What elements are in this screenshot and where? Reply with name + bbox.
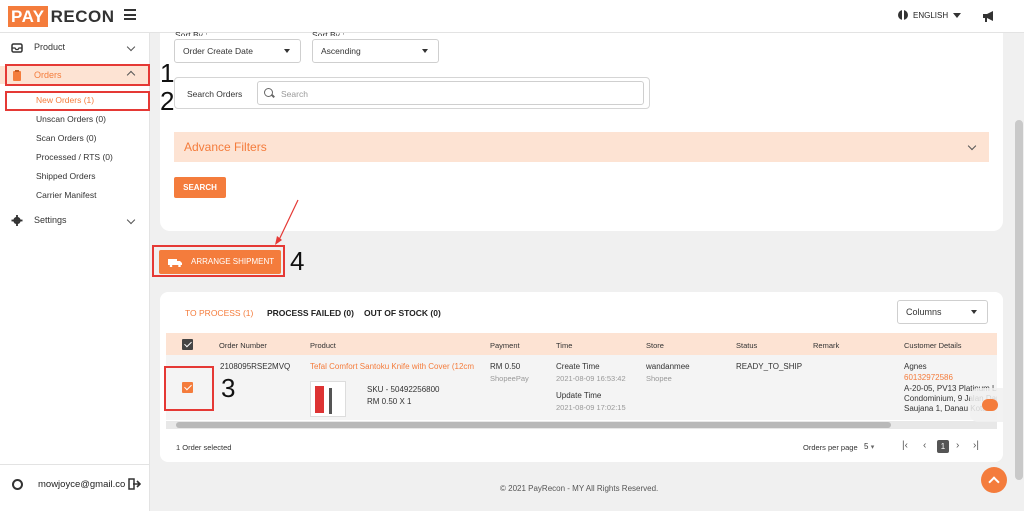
select-all-checkbox[interactable] [182,339,193,350]
globe-icon [898,10,908,20]
orders-per-page-select[interactable]: 5 ▾ [864,442,874,451]
store-platform: Shopee [646,374,672,383]
customer-name: Agnes [904,362,927,371]
update-time-label: Update Time [556,391,602,400]
annotation-number-3: 3 [221,373,236,403]
selected-count: 1 Order selected [176,443,232,452]
language-selector[interactable]: ENGLISH [898,10,962,20]
gear-icon [11,214,23,226]
megaphone-icon[interactable] [982,10,996,22]
create-time-label: Create Time [556,362,600,371]
sort-order-select[interactable]: Ascending [312,39,439,63]
column-header-product[interactable]: Product [310,341,336,350]
current-page-button[interactable]: 1 [937,440,949,453]
sort-by-label: Sort By : [175,30,208,36]
sidebar-subitem-processed-rts[interactable]: Processed / RTS (0) [0,152,150,164]
annotation-box-new-orders [5,91,150,111]
sidebar-subitem-unscan-orders[interactable]: Unscan Orders (0) [0,114,150,126]
tab-to-process[interactable]: TO PROCESS (1) [185,308,253,318]
product-price-qty: RM 0.50 X 1 [367,397,412,406]
orders-per-page-label: Orders per page [803,443,858,452]
user-panel: mowjoyce@gmail.co [0,464,150,511]
caret-down-icon [422,49,428,53]
logout-icon[interactable] [128,478,141,490]
menu-toggle-icon[interactable] [124,9,136,20]
sidebar-item-settings[interactable]: Settings [0,212,150,228]
sort-by-select[interactable]: Order Create Date [174,39,301,63]
annotation-arrow-icon [275,199,299,245]
chat-icon [982,399,998,411]
search-orders-label: Search Orders [187,89,243,99]
update-time-value: 2021-08-09 17:02:15 [556,403,626,412]
advance-filters-toggle[interactable] [174,132,989,162]
product-thumbnail [310,381,346,417]
columns-select[interactable]: Columns [897,300,988,324]
user-icon [12,479,23,490]
row-checkbox[interactable] [182,382,193,393]
sidebar-subitem-carrier-manifest[interactable]: Carrier Manifest [0,190,150,202]
advance-filters-label: Advance Filters [184,140,267,154]
user-email: mowjoyce@gmail.co [38,479,126,490]
sidebar-item-label: Product [34,42,66,52]
logo-recon-text: RECON [50,6,115,26]
inbox-icon [11,42,23,53]
sidebar-item-product[interactable]: Product [0,39,150,55]
sidebar-subitem-scan-orders[interactable]: Scan Orders (0) [0,133,150,145]
column-header-customer-details[interactable]: Customer Details [904,341,962,350]
sidebar: Product Orders New Orders (1) Unscan Ord… [0,33,150,511]
column-header-order-number[interactable]: Order Number [219,341,267,350]
order-number[interactable]: 2108095RSE2MVQ [220,362,290,371]
sidebar-subitem-shipped-orders[interactable]: Shipped Orders [0,171,150,183]
create-time-value: 2021-08-09 16:53:42 [556,374,626,383]
column-header-store[interactable]: Store [646,341,664,350]
caret-down-icon [284,49,290,53]
search-icon [264,88,273,97]
column-header-remark[interactable]: Remark [813,341,839,350]
caret-down-icon [953,12,962,18]
customer-phone: 60132972586 [904,373,953,382]
caret-down-icon [971,310,977,314]
status-badge: READY_TO_SHIP [736,362,803,371]
top-header: PAY RECON ENGLISH [0,0,1024,33]
first-page-icon[interactable]: |‹ [902,440,908,451]
annotation-number-2: 2 [160,86,175,116]
language-label: ENGLISH [913,10,949,20]
annotation-number-1: 1 [160,58,175,88]
search-button[interactable]: SEARCH [174,177,226,198]
annotation-box-arrange [152,245,285,277]
store-name: wandanmee [646,362,690,371]
sidebar-item-label: Settings [34,215,67,225]
search-input[interactable] [257,81,644,105]
logo-pay-text: PAY [8,6,48,27]
payment-method: ShopeePay [490,374,529,383]
footer-copyright: © 2021 PayRecon - MY All Rights Reserved… [500,484,659,493]
sort-order-label: Sort By : [312,30,345,36]
tab-process-failed[interactable]: PROCESS FAILED (0) [267,308,354,318]
table-header [166,333,997,355]
page-scrollbar[interactable] [1015,120,1023,480]
chevron-down-icon [126,42,136,52]
product-sku: SKU - 50492256800 [367,385,440,394]
payment-amount: RM 0.50 [490,362,521,371]
column-header-status[interactable]: Status [736,341,757,350]
next-page-icon[interactable]: › [956,440,959,451]
column-header-time[interactable]: Time [556,341,572,350]
chevron-down-icon [126,215,136,225]
scroll-to-top-button[interactable] [981,467,1007,493]
last-page-icon[interactable]: ›| [973,440,979,451]
tab-out-of-stock[interactable]: OUT OF STOCK (0) [364,308,441,318]
annotation-box-orders [5,64,150,86]
annotation-number-4: 4 [290,246,305,276]
search-placeholder: Search [281,89,308,99]
scrollbar-thumb[interactable] [176,422,891,428]
column-header-payment[interactable]: Payment [490,341,520,350]
prev-page-icon[interactable]: ‹ [923,440,926,451]
product-name-link[interactable]: Tefal Comfort Santoku Knife with Cover (… [310,362,474,371]
payrecon-logo[interactable]: PAY RECON [8,6,115,27]
